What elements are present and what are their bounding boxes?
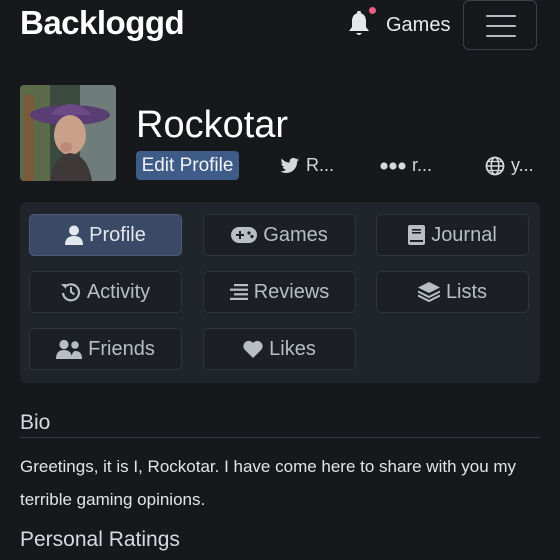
profile-username: Rockotar — [136, 104, 289, 146]
gamepad-icon — [231, 227, 258, 243]
tab-activity-label: Activity — [86, 280, 151, 303]
users-icon — [56, 339, 83, 359]
bio-divider — [20, 437, 540, 438]
user-icon — [65, 225, 84, 245]
social-twitter-link[interactable]: R... — [280, 155, 334, 176]
book-icon — [408, 225, 426, 245]
tab-activity[interactable]: Activity — [29, 271, 182, 313]
backloggd-handle: r... — [412, 155, 433, 175]
twitter-icon — [280, 157, 300, 173]
games-nav-link[interactable]: Games — [386, 14, 450, 37]
avatar — [20, 85, 116, 181]
social-backloggd-link[interactable]: r... — [380, 155, 432, 176]
tab-likes-label: Likes — [269, 337, 316, 360]
tab-reviews[interactable]: Reviews — [203, 271, 356, 313]
website-link-text: y... — [511, 155, 534, 175]
tab-journal-label: Journal — [431, 223, 497, 246]
tab-reviews-label: Reviews — [253, 280, 330, 303]
twitter-handle: R... — [306, 155, 335, 175]
tab-journal[interactable]: Journal — [376, 214, 529, 256]
tab-lists[interactable]: Lists — [376, 271, 529, 313]
top-navbar: Backloggd Games — [0, 0, 560, 52]
personal-ratings-heading: Personal Ratings — [20, 528, 180, 551]
backloggd-dots-icon — [380, 161, 406, 170]
bio-text: Greetings, it is I, Rockotar. I have com… — [20, 457, 517, 509]
profile-nav-panel: Profile Games Journal Activity Reviews L… — [20, 202, 540, 383]
tab-lists-label: Lists — [445, 280, 488, 303]
bell-icon[interactable] — [346, 10, 372, 38]
tab-profile[interactable]: Profile — [29, 214, 182, 256]
heart-icon — [243, 340, 263, 358]
layers-icon — [417, 282, 440, 302]
tab-games[interactable]: Games — [203, 214, 356, 256]
tab-games-label: Games — [263, 223, 328, 246]
history-icon — [60, 283, 80, 302]
tab-profile-label: Profile — [89, 223, 146, 246]
lines-icon — [229, 284, 248, 300]
tab-friends-label: Friends — [88, 337, 155, 360]
tab-likes[interactable]: Likes — [203, 328, 356, 370]
edit-profile-button[interactable]: Edit Profile — [136, 151, 239, 180]
social-website-link[interactable]: y... — [485, 155, 534, 176]
bio-heading: Bio — [20, 411, 51, 434]
tab-friends[interactable]: Friends — [29, 328, 182, 370]
globe-icon — [485, 156, 505, 175]
hamburger-menu-button[interactable] — [463, 0, 537, 50]
notification-dot — [369, 7, 376, 14]
site-logo[interactable]: Backloggd — [20, 4, 185, 42]
